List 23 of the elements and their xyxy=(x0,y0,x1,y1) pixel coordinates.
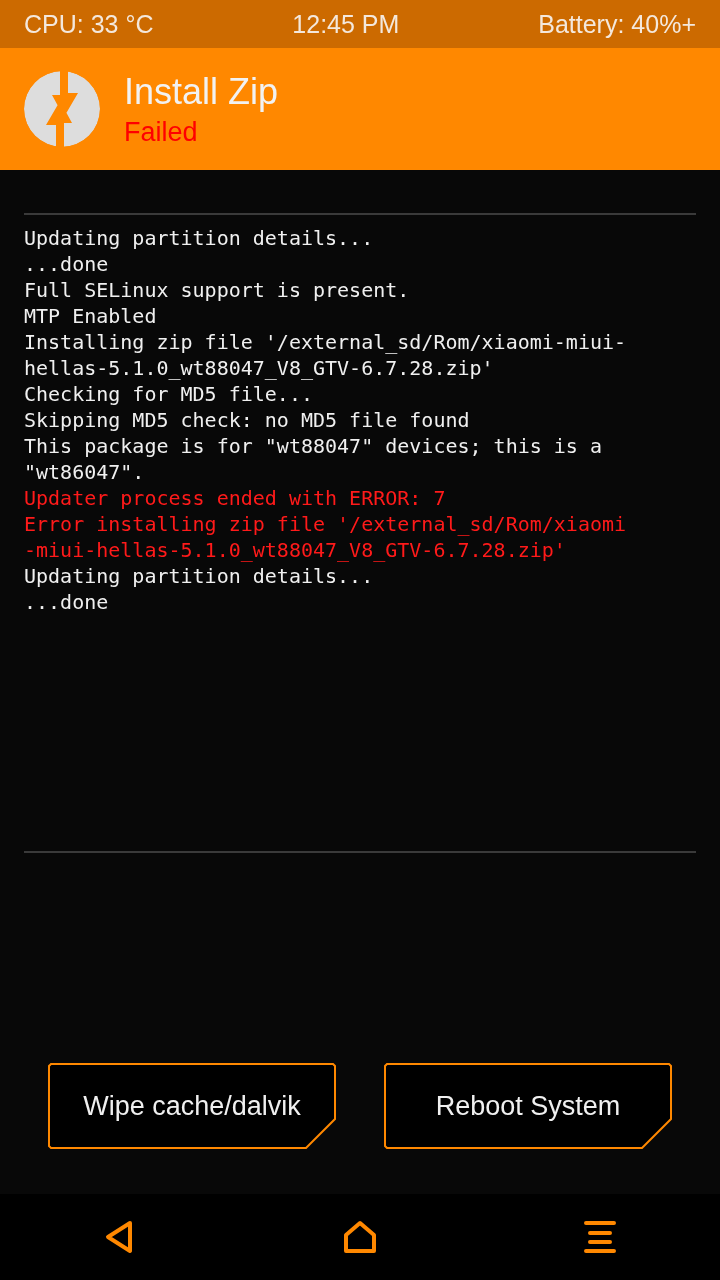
log-line: Full SELinux support is present. xyxy=(24,277,410,303)
log-line: MTP Enabled xyxy=(24,303,157,329)
log-line: Installing zip file '/external_sd/Rom/xiaomi-miui- xyxy=(24,329,627,355)
battery-level: Battery: 40%+ xyxy=(538,9,696,39)
install-status: Failed xyxy=(124,116,199,148)
log-line: Updating partition details... xyxy=(24,225,374,251)
action-button[interactable]: Wipe cache/dalvik xyxy=(48,1063,336,1149)
error-log-line: Updater process ended with ERROR: 7 xyxy=(24,485,446,511)
clock: 12:45 PM xyxy=(292,9,400,39)
error-log-line: -miui-hellas-5.1.0_wt88047_V8_GTV-6.7.28.zip' xyxy=(24,537,566,563)
log-line: This package is for "wt88047" devices; this is a xyxy=(24,433,602,459)
log-line: Skipping MD5 check: no MD5 file found xyxy=(24,407,470,433)
error-log-line: Error installing zip file '/external_sd/Rom/xiaomi xyxy=(24,511,627,537)
cpu-temperature: CPU: 33 °C xyxy=(24,9,154,39)
log-line: "wt86047". xyxy=(24,459,145,485)
logo-icon xyxy=(24,71,100,147)
log-line: ...done xyxy=(24,589,109,615)
log-line: hellas-5.1.0_wt88047_V8_GTV-6.7.28.zip' xyxy=(24,355,494,381)
log-line: ...done xyxy=(24,251,109,277)
action-button[interactable]: Reboot System xyxy=(384,1063,672,1149)
log-line: Updating partition details... xyxy=(24,563,374,589)
log-line: Checking for MD5 file... xyxy=(24,381,313,407)
screen-title: Install Zip xyxy=(124,70,279,113)
